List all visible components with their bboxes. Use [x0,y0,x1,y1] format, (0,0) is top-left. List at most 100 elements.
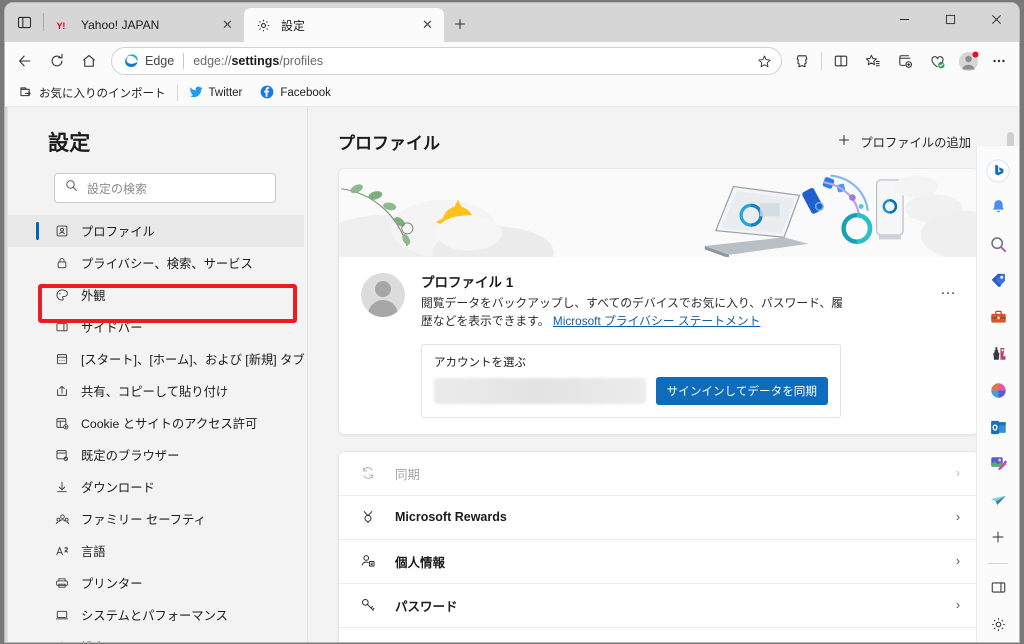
add-profile-button[interactable]: プロファイルの追加 [837,133,971,151]
sidebar-settings-icon[interactable] [982,609,1014,639]
address-bar[interactable]: Edge edge://settings/profiles [111,47,782,75]
settings-search-placeholder: 設定の検索 [87,181,148,196]
reset-icon [54,639,70,642]
list-item-label: 個人情報 [395,555,446,570]
toolbar-divider [821,52,822,70]
sidebar-item-system-performance[interactable]: システムとパフォーマンス [8,599,304,631]
list-item-passwords[interactable]: パスワード › [339,584,978,628]
sidebar-item-label: システムとパフォーマンス [81,609,228,623]
outlook-icon[interactable] [982,412,1014,442]
lock-icon [54,255,70,271]
share-icon [54,383,70,399]
new-tab-button[interactable] [444,9,476,39]
split-screen-icon[interactable] [825,46,857,76]
favorite-star-icon[interactable] [751,49,777,73]
more-options-icon[interactable] [983,46,1015,76]
signin-sync-button[interactable]: サインインしてデータを同期 [655,376,828,405]
plus-icon [837,133,851,150]
close-icon[interactable]: ✕ [417,15,438,36]
profile-settings-list: 同期 › Microsoft Rewards › 個人情報 › パスワード › [338,450,979,642]
close-button[interactable] [973,3,1019,35]
bing-copilot-icon[interactable] [982,156,1014,186]
tab-title: Yahoo! JAPAN [81,18,160,32]
list-item-payment-info[interactable]: お支払い情報 › [339,628,978,642]
back-button-icon[interactable] [9,46,41,76]
sidebar-item-reset-settings[interactable]: 設定のリセット [8,631,304,642]
bookmark-label: Facebook [280,87,331,99]
minimize-button[interactable] [881,3,927,35]
image-creator-icon[interactable] [982,449,1014,479]
sidebar-item-printers[interactable]: プリンター [8,567,304,599]
sidebar-icon [54,319,70,335]
settings-search-input[interactable]: 設定の検索 [54,173,276,203]
start-home-tabs-icon [54,351,70,367]
sidebar-item-appearance[interactable]: 外観 [8,279,304,311]
settings-search-wrap: 設定の検索 [8,173,304,203]
tab-actions-icon[interactable] [5,3,43,41]
bookmark-import-favorites[interactable]: お気に入りのインポート [13,83,172,104]
sidebar-item-family-safety[interactable]: ファミリー セーフティ [8,503,304,535]
sidebar-item-downloads[interactable]: ダウンロード [8,471,304,503]
sidebar-item-label: 言語 [81,545,106,559]
personal-info-icon [359,552,377,570]
add-favorite-icon[interactable] [889,46,921,76]
refresh-button-icon[interactable] [41,46,73,76]
collections-icon[interactable] [786,46,818,76]
account-picker-label: アカウントを選ぶ [434,356,526,369]
password-key-icon [359,596,377,614]
page-title: プロファイル [338,134,440,153]
office-icon[interactable] [982,376,1014,406]
browser-toolbar: Edge edge://settings/profiles [5,42,1019,80]
sidebar-item-share-copy-paste[interactable]: 共有、コピーして貼り付け [8,375,304,407]
home-button-icon[interactable] [73,46,105,76]
close-icon[interactable]: ✕ [217,15,238,36]
list-item-label: 同期 [395,467,421,482]
sidebar-item-label: プロファイル [81,225,155,239]
sidebar-item-label: 外観 [81,289,106,303]
bookmark-facebook[interactable]: Facebook [254,83,337,104]
games-icon[interactable] [982,339,1014,369]
list-item-personal-info[interactable]: 個人情報 › [339,540,978,584]
list-item-label: パスワード [395,599,458,614]
address-text: edge://settings/profiles [193,54,751,68]
tools-briefcase-icon[interactable] [982,303,1014,333]
account-picker-row: サインインしてデータを同期 [434,376,828,405]
shopping-tag-icon[interactable] [982,266,1014,296]
facebook-icon [260,85,274,102]
tab-settings[interactable]: 設定 ✕ [244,8,444,42]
sidebar-item-profiles[interactable]: プロファイル [8,215,304,247]
profile-more-options-icon[interactable]: … [934,279,962,301]
sidebar-item-label: サイドバー [81,321,143,335]
sidebar-toggle-icon[interactable] [982,573,1014,603]
sidebar-item-languages[interactable]: 言語 [8,535,304,567]
sidebar-item-cookies[interactable]: Cookie とサイトのアクセス許可 [8,407,304,439]
list-item-sync[interactable]: 同期 › [339,452,978,496]
profile-card: プロファイル 1 閲覧データをバックアップし、すべてのデバイスでお気に入り、パス… [338,168,979,435]
tab-yahoo-japan[interactable]: Y! Yahoo! JAPAN ✕ [44,8,244,42]
sidebar-item-start-home-newtab[interactable]: [スタート]、[ホーム]、および [新規] タブ [8,343,305,375]
sidebar-item-sidebar[interactable]: サイドバー [8,311,304,343]
search-icon [65,179,78,197]
account-email-masked [434,377,646,404]
sidebar-item-default-browser[interactable]: 既定のブラウザー [8,439,304,471]
maximize-button[interactable] [927,3,973,35]
bookmark-twitter[interactable]: Twitter [183,83,249,104]
tab-strip: Y! Yahoo! JAPAN ✕ 設定 ✕ [5,3,1019,42]
profile-hero-illustration [339,169,978,257]
notification-bell-icon[interactable] [982,193,1014,223]
profile-avatar-icon[interactable] [953,46,983,76]
page-content: 設定 設定の検索 プロファイル プライバシー、検索、サービス 外観 サイドバー … [5,107,1019,642]
list-item-microsoft-rewards[interactable]: Microsoft Rewards › [339,496,978,540]
twitter-icon [189,85,203,102]
settings-sidebar: 設定 設定の検索 プロファイル プライバシー、検索、サービス 外観 サイドバー … [8,107,308,642]
drop-icon[interactable] [982,486,1014,516]
omnibox-divider [183,53,185,69]
profile-body: プロファイル 1 閲覧データをバックアップし、すべてのデバイスでお気に入り、パス… [339,257,978,434]
favorites-list-icon[interactable] [857,46,889,76]
search-icon[interactable] [982,229,1014,259]
browser-essentials-icon[interactable] [921,46,953,76]
sidebar-item-privacy[interactable]: プライバシー、検索、サービス [8,247,304,279]
privacy-statement-link[interactable]: Microsoft プライバシー ステートメント [553,314,761,328]
add-sidebar-icon[interactable] [982,522,1014,552]
sidebar-item-label: ダウンロード [81,481,155,495]
